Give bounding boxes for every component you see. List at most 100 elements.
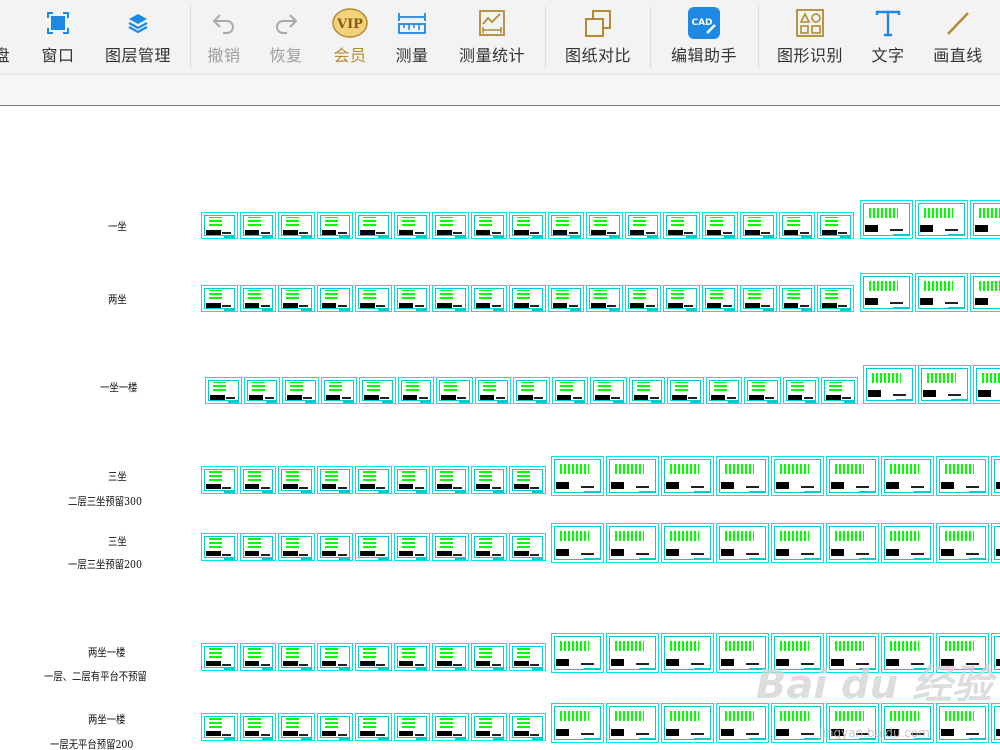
toolbar-window-label: 窗口 xyxy=(41,46,75,65)
drawing-sheet xyxy=(432,466,469,494)
drawing-sheet xyxy=(355,533,392,561)
drawing-sheet xyxy=(663,285,700,312)
drawing-sheet xyxy=(628,377,665,404)
drawing-sheet xyxy=(470,212,507,239)
toolbar-shape-recognition-label: 图形识别 xyxy=(776,46,843,65)
drawing-sheet xyxy=(716,523,769,563)
toolbar-layers-button[interactable]: 图层管理 xyxy=(100,0,176,74)
drawing-sheet xyxy=(551,456,604,496)
drawing-sheet xyxy=(278,212,315,239)
drawing-sheet xyxy=(320,377,357,404)
drawing-sheet xyxy=(936,523,989,563)
drawing-sheet xyxy=(661,703,714,743)
drawing-sheet xyxy=(470,466,507,494)
toolbar-compare-label: 图纸对比 xyxy=(564,46,631,65)
drawing-sheet xyxy=(470,533,507,561)
drawing-sheet xyxy=(239,285,276,312)
drawing-sheet xyxy=(705,377,742,404)
drawing-sheet xyxy=(744,377,781,404)
toolbar-redo-button[interactable]: 恢复 xyxy=(264,0,308,74)
drawing-sheet xyxy=(547,285,584,312)
drawing-sheet xyxy=(278,466,315,494)
drawing-sheet xyxy=(316,466,353,494)
drawing-sheet xyxy=(393,713,430,741)
secondary-toolbar xyxy=(0,75,1000,106)
drawing-sheet xyxy=(606,633,659,673)
drawing-sheet xyxy=(551,523,604,563)
top-toolbar: 盘 窗口 图层管理 撤销 恢复 VIP 会员 测量 测量统计 图纸对比 CAD … xyxy=(0,0,1000,75)
toolbar-separator xyxy=(650,6,651,68)
drawing-sheet xyxy=(355,466,392,494)
toolbar-line-label: 画直线 xyxy=(933,46,983,65)
drawing-sheet xyxy=(551,703,604,743)
toolbar-vip-button[interactable]: VIP 会员 xyxy=(326,0,374,74)
undo-icon xyxy=(211,6,237,40)
drawing-sheet xyxy=(432,285,469,312)
toolbar-measure-button[interactable]: 测量 xyxy=(390,0,434,74)
drawing-sheet xyxy=(667,377,704,404)
toolbar-window-button[interactable]: 窗口 xyxy=(36,0,80,74)
drawing-sheet xyxy=(432,533,469,561)
cad-edit-icon: CAD xyxy=(687,6,721,40)
toolbar-edit-helper-button[interactable]: CAD 编辑助手 xyxy=(666,0,742,74)
drawing-sheet xyxy=(826,523,879,563)
toolbar-separator xyxy=(545,6,546,68)
drawing-sheet xyxy=(316,285,353,312)
watermark: Bai du 经验 xyxy=(755,662,992,708)
drawing-sheet xyxy=(316,533,353,561)
drawing-sheet xyxy=(716,456,769,496)
drawing-sheet xyxy=(243,377,280,404)
toolbar-vip-label: 会员 xyxy=(333,46,367,65)
toolbar-compare-button[interactable]: 图纸对比 xyxy=(560,0,636,74)
vip-badge-text: VIP xyxy=(336,17,363,32)
drawing-sheet xyxy=(740,212,777,239)
chart-ruler-icon xyxy=(478,6,506,40)
drawing-sheet xyxy=(624,285,661,312)
drawing-sheet xyxy=(970,273,1000,312)
toolbar-text-button[interactable]: 文字 xyxy=(866,0,910,74)
row-label: 一坐一楼 xyxy=(100,381,138,394)
drawing-sheet xyxy=(470,643,507,671)
drawing-sheet xyxy=(771,456,824,496)
vip-icon: VIP xyxy=(332,6,368,40)
toolbar-undo-button[interactable]: 撤销 xyxy=(202,0,246,74)
drawing-sheet xyxy=(436,377,473,404)
drawing-sheet xyxy=(624,212,661,239)
drawing-sheet xyxy=(239,643,276,671)
drawing-sheet xyxy=(991,456,1000,496)
drawing-sheet xyxy=(918,365,971,404)
drawing-sheet xyxy=(470,713,507,741)
drawing-sheet xyxy=(205,377,242,404)
toolbar-separator xyxy=(758,6,759,68)
drawing-sheet xyxy=(393,212,430,239)
row-label: 两坐一楼 xyxy=(88,713,126,726)
drawing-sheet xyxy=(973,365,1000,404)
drawing-sheet xyxy=(316,713,353,741)
drawing-sheet xyxy=(432,212,469,239)
toolbar-line-button[interactable]: 画直线 xyxy=(928,0,988,74)
row-label: 三坐 xyxy=(108,535,127,548)
drawing-sheet xyxy=(547,212,584,239)
drawing-sheet xyxy=(239,713,276,741)
drawing-sheet xyxy=(201,643,238,671)
drawing-sheet xyxy=(509,533,546,561)
drawing-sheet xyxy=(278,285,315,312)
drawing-sheet xyxy=(606,456,659,496)
drawing-sheet xyxy=(355,212,392,239)
drawing-sheet xyxy=(586,285,623,312)
toolbar-shape-recognition-button[interactable]: 图形识别 xyxy=(772,0,848,74)
compare-icon xyxy=(583,6,613,40)
toolbar-measure-stats-button[interactable]: 测量统计 xyxy=(452,0,532,74)
toolbar-measure-stats-label: 测量统计 xyxy=(458,46,525,65)
drawing-sheet xyxy=(239,212,276,239)
drawing-sheet xyxy=(513,377,550,404)
toolbar-separator xyxy=(190,6,191,68)
drawing-sheet xyxy=(936,456,989,496)
drawing-sheet xyxy=(355,713,392,741)
drawing-sheet xyxy=(991,703,1000,743)
drawing-canvas[interactable]: 一坐 两坐 一坐一楼 三坐 二层三坐预留300 三坐 一层三坐预留200 两坐一… xyxy=(0,106,1000,750)
drawing-sheet xyxy=(509,643,546,671)
drawing-sheet xyxy=(551,633,604,673)
toolbar-disk-button[interactable]: 盘 xyxy=(0,0,16,74)
row-label-sub: 二层三坐预留300 xyxy=(68,495,142,508)
